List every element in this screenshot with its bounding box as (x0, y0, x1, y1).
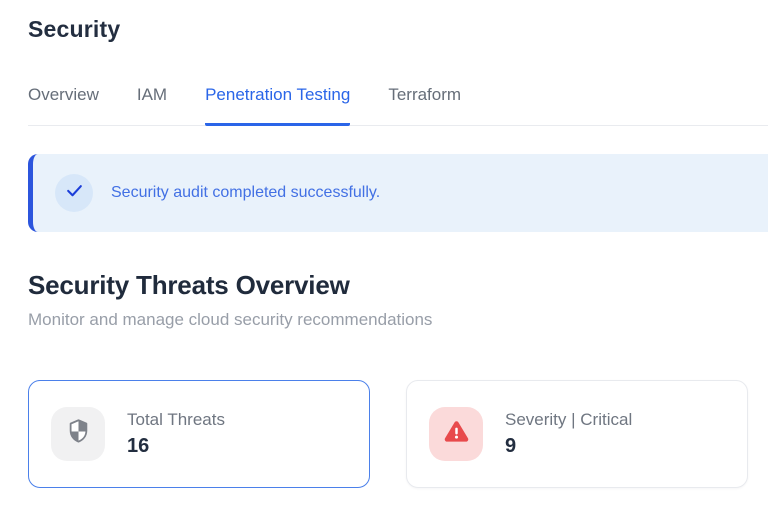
card-text: Total Threats 16 (127, 410, 225, 458)
tab-terraform[interactable]: Terraform (388, 85, 461, 126)
card-value: 9 (505, 435, 632, 458)
alert-triangle-icon (443, 418, 470, 450)
tab-overview[interactable]: Overview (28, 85, 99, 126)
check-icon (65, 181, 84, 205)
card-text: Severity | Critical 9 (505, 410, 632, 458)
check-badge (55, 174, 93, 212)
banner-message: Security audit completed successfully. (111, 184, 380, 202)
section-title: Security Threats Overview (28, 270, 768, 301)
card-label: Severity | Critical (505, 410, 632, 430)
total-threats-card[interactable]: Total Threats 16 (28, 380, 370, 488)
card-label: Total Threats (127, 410, 225, 430)
shield-tile (51, 407, 105, 461)
card-value: 16 (127, 435, 225, 458)
severity-critical-card[interactable]: Severity | Critical 9 (406, 380, 748, 488)
page-title: Security (28, 16, 768, 43)
success-banner: Security audit completed successfully. (28, 154, 768, 232)
section-subtitle: Monitor and manage cloud security recomm… (28, 310, 768, 330)
tab-iam[interactable]: IAM (137, 85, 167, 126)
security-page: Security Overview IAM Penetration Testin… (0, 0, 768, 488)
alert-tile (429, 407, 483, 461)
shield-icon (65, 418, 92, 450)
tab-bar: Overview IAM Penetration Testing Terrafo… (28, 85, 768, 126)
stat-cards: Total Threats 16 Severity | Critical 9 (28, 380, 748, 488)
tab-penetration-testing[interactable]: Penetration Testing (205, 85, 350, 126)
